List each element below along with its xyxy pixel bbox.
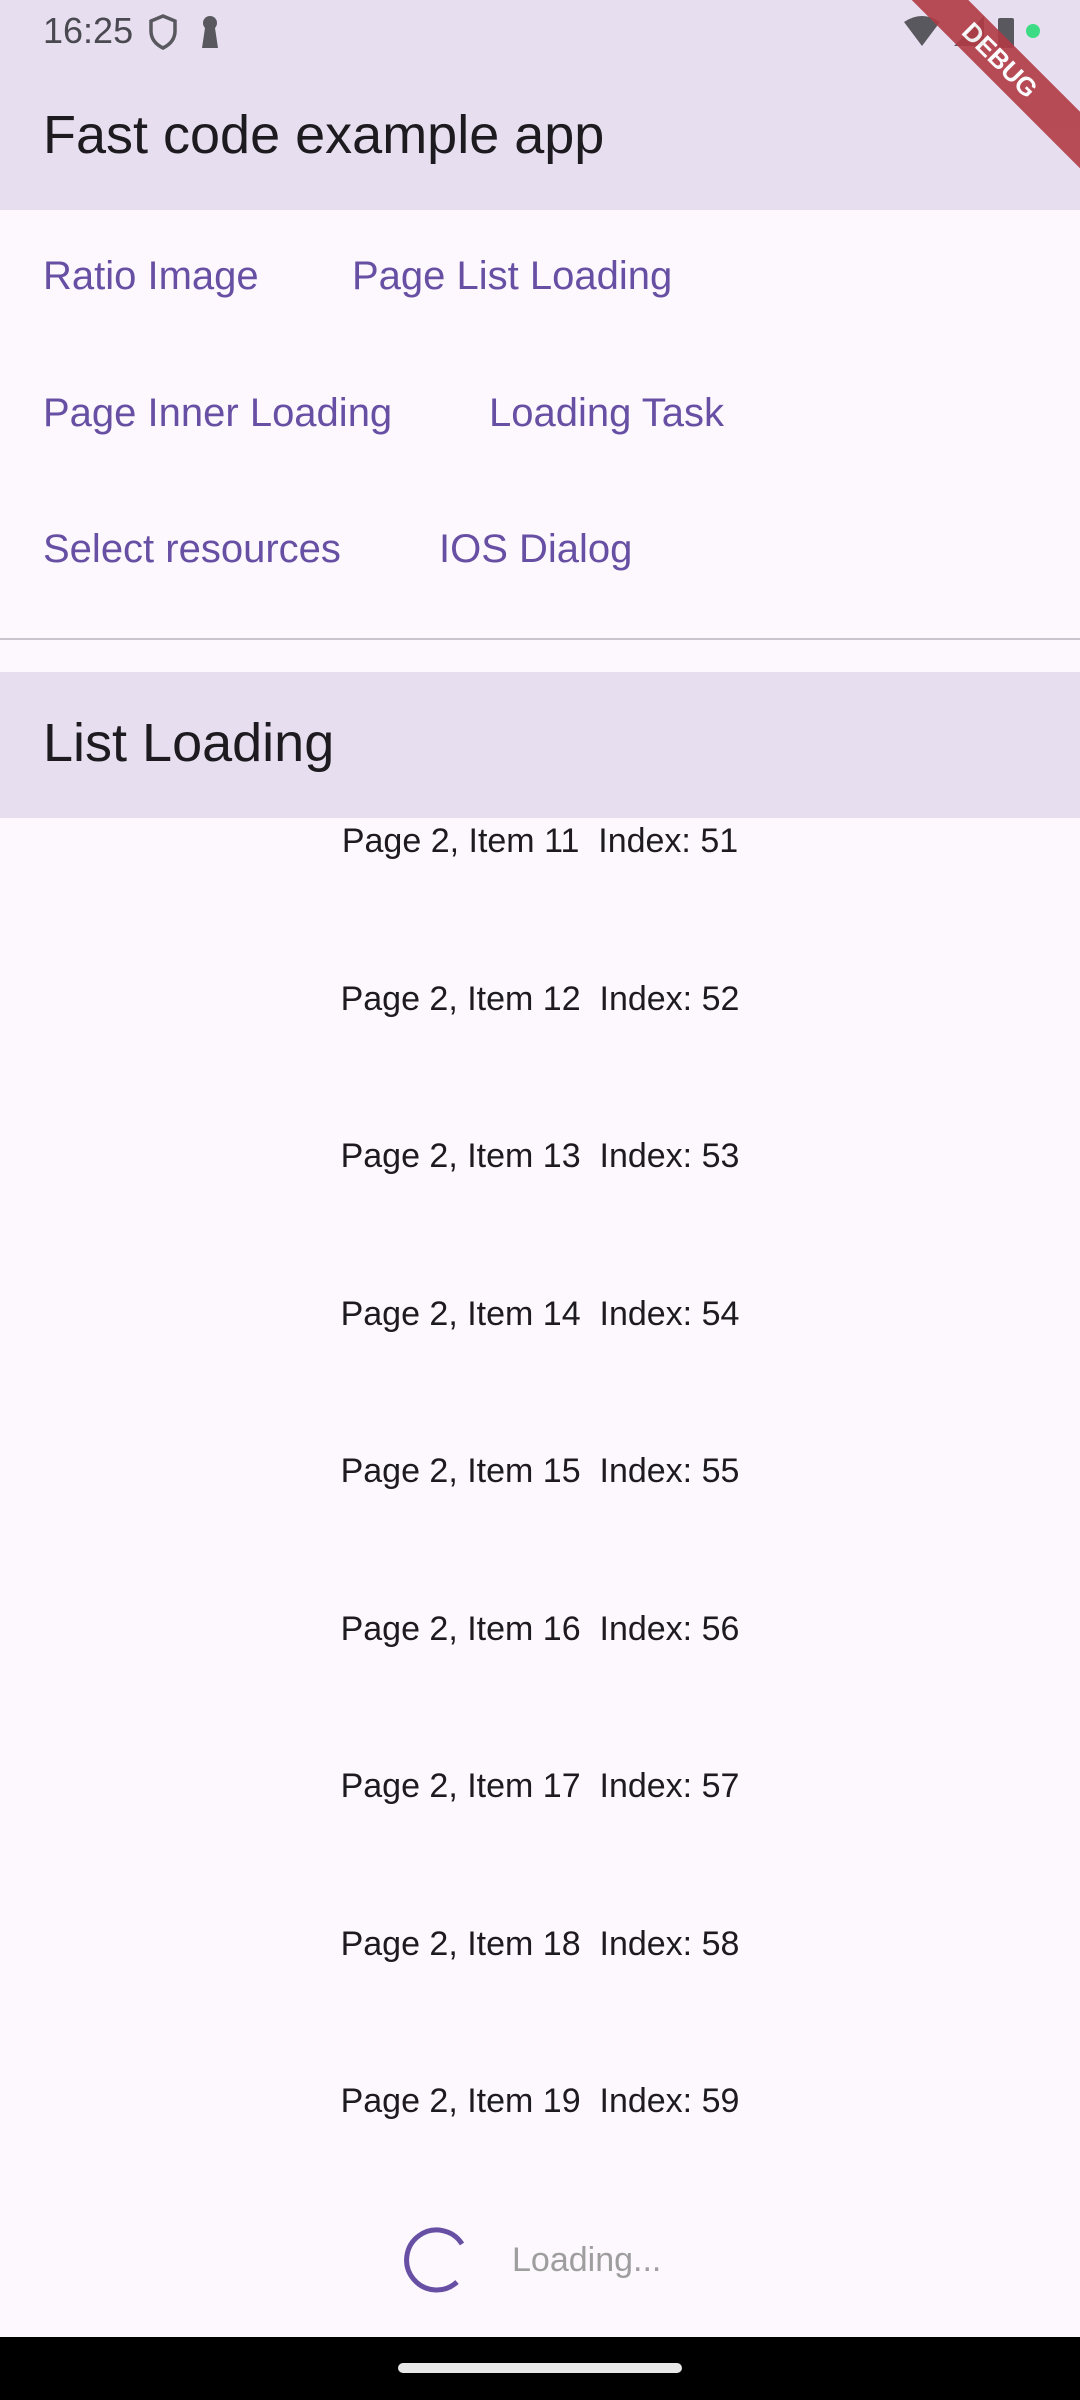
loading-text: Loading... (512, 2240, 662, 2279)
list-item: Page 2, Item 16 Index: 56 (340, 1610, 740, 1648)
loading-list[interactable]: Page 2, Item 11 Index: 51 Page 2, Item 1… (0, 818, 1080, 2337)
list-item: Page 2, Item 13 Index: 53 (340, 1137, 740, 1175)
loading-task-button[interactable]: Loading Task (489, 391, 724, 436)
status-time: 16:25 (43, 10, 134, 51)
page-list-loading-button[interactable]: Page List Loading (352, 254, 672, 299)
list-item: Page 2, Item 15 Index: 55 (340, 1452, 740, 1490)
navigation-bar (0, 2337, 1080, 2400)
list-item: Page 2, Item 11 Index: 51 (341, 822, 739, 860)
app-title: Fast code example app (43, 105, 605, 165)
list-item: Page 2, Item 18 Index: 58 (340, 1925, 740, 1963)
spinner-icon (404, 2227, 465, 2293)
shield-icon (149, 14, 177, 50)
home-handle[interactable] (398, 2363, 682, 2373)
ios-dialog-button[interactable]: IOS Dialog (439, 527, 632, 572)
loading-indicator: Loading... (400, 2224, 661, 2296)
privacy-dot-icon (1026, 24, 1040, 38)
divider (0, 638, 1080, 640)
list-item: Page 2, Item 17 Index: 57 (340, 1767, 740, 1805)
select-resources-button[interactable]: Select resources (43, 527, 341, 572)
list-item: Page 2, Item 12 Index: 52 (340, 980, 740, 1018)
list-item: Page 2, Item 19 Index: 59 (340, 2082, 740, 2120)
page-inner-loading-button[interactable]: Page Inner Loading (43, 391, 392, 436)
list-item: Page 2, Item 14 Index: 54 (340, 1295, 740, 1333)
section-title: List Loading (43, 713, 335, 773)
ratio-image-button[interactable]: Ratio Image (43, 254, 259, 299)
list-loading-header: List Loading (0, 672, 1080, 818)
keyhole-icon (202, 16, 218, 48)
app-bar: 16:25 Fast code example app (0, 0, 1080, 210)
